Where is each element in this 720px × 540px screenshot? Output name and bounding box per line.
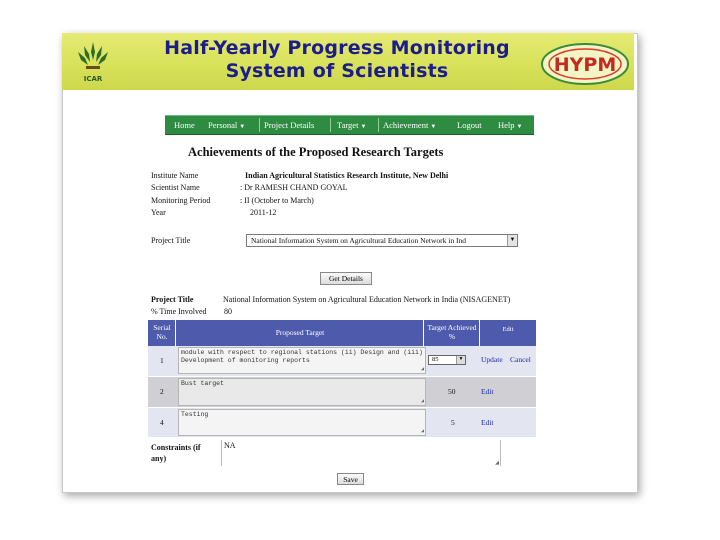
- target-textarea[interactable]: module with respect to regional stations…: [178, 347, 426, 374]
- resize-grip-icon[interactable]: ◢: [421, 397, 424, 405]
- resize-grip-icon[interactable]: ◢: [421, 365, 424, 373]
- chevron-down-icon: ▼: [430, 124, 437, 130]
- achieved-value: 5: [451, 418, 455, 427]
- period-value: : II (October to March): [240, 196, 314, 205]
- nav-help[interactable]: Help ▼: [498, 120, 522, 130]
- project-title-value: National Information System on Agricultu…: [223, 295, 511, 304]
- nav-target[interactable]: Target ▼: [337, 120, 366, 130]
- resize-grip-icon[interactable]: ◢: [495, 460, 499, 466]
- header-serial: Serial No.: [153, 323, 171, 341]
- chevron-down-icon: ▼: [516, 124, 523, 130]
- icar-logo: ICAR: [78, 42, 108, 83]
- constraints-textarea[interactable]: NA ◢: [221, 440, 501, 466]
- get-details-button[interactable]: Get Details: [320, 272, 372, 285]
- header-achieved: Target Achieved %: [427, 323, 477, 341]
- app-title: Half-Yearly Progress Monitoring System o…: [164, 37, 510, 82]
- svg-text:HYPM: HYPM: [554, 54, 617, 76]
- target-textarea[interactable]: Bust target ◢: [178, 378, 426, 406]
- nav-home[interactable]: Home: [174, 120, 195, 130]
- row-serial: 2: [160, 387, 164, 396]
- edit-link[interactable]: Edit: [481, 387, 494, 396]
- institute-label: Institute Name: [151, 171, 199, 180]
- row-serial: 1: [160, 356, 164, 365]
- header-proposed-target: Proposed Target: [275, 328, 325, 337]
- achieved-value: 50: [448, 387, 456, 396]
- page-title: Achievements of the Proposed Research Ta…: [188, 145, 444, 159]
- main-nav: Home Personal ▼ Project Details Target ▼ A…: [165, 115, 534, 135]
- year-value: 2011-12: [250, 208, 277, 217]
- chevron-down-icon: ▼: [456, 356, 465, 364]
- table-header: Serial No. Proposed Target Target Achiev…: [148, 320, 536, 346]
- nav-project-details[interactable]: Project Details: [264, 120, 314, 130]
- table-row: 4 Testing ◢ 5 Edit: [148, 408, 536, 437]
- row-serial: 4: [160, 418, 164, 427]
- time-involved-value: 80: [224, 307, 232, 316]
- institute-value: Indian Agricultural Statistics Research …: [245, 171, 449, 180]
- resize-grip-icon[interactable]: ◢: [421, 427, 424, 435]
- nav-achievement[interactable]: Achievement ▼: [383, 120, 436, 130]
- header-edit: Edit: [502, 326, 514, 333]
- period-label: Monitoring Period: [151, 196, 211, 205]
- year-label: Year: [151, 208, 166, 217]
- nav-logout[interactable]: Logout: [457, 120, 482, 130]
- time-involved-label: % Time Involved: [151, 307, 207, 316]
- scientist-label: Scientist Name: [151, 183, 200, 192]
- save-button[interactable]: Save: [337, 473, 364, 485]
- project-title-label: Project Title: [151, 236, 191, 245]
- edit-link[interactable]: Edit: [481, 418, 494, 427]
- update-link[interactable]: Update: [481, 355, 503, 364]
- table-row: 2 Bust target ◢ 50 Edit: [148, 377, 536, 407]
- scientist-value: : Dr RAMESH CHAND GOYAL: [240, 183, 348, 192]
- project-title-label-2: Project Title: [151, 295, 194, 304]
- constraints-label: Constraints (if any): [151, 443, 201, 463]
- header-banner: ICAR Half-Yearly Progress Monitoring Sys…: [62, 33, 634, 90]
- project-select[interactable]: National Information System on Agricultu…: [246, 234, 518, 247]
- chevron-down-icon: ▼: [360, 124, 367, 130]
- hypm-logo: HYPM: [541, 43, 629, 85]
- cancel-link[interactable]: Cancel: [510, 355, 531, 364]
- chevron-down-icon: ▼: [507, 235, 517, 246]
- target-textarea[interactable]: Testing ◢: [178, 409, 426, 436]
- chevron-down-icon: ▼: [239, 124, 246, 130]
- table-row: 1 module with respect to regional statio…: [148, 346, 536, 376]
- achieved-select[interactable]: 85 ▼: [428, 355, 466, 365]
- svg-text:ICAR: ICAR: [84, 75, 103, 83]
- nav-personal[interactable]: Personal ▼: [208, 120, 245, 130]
